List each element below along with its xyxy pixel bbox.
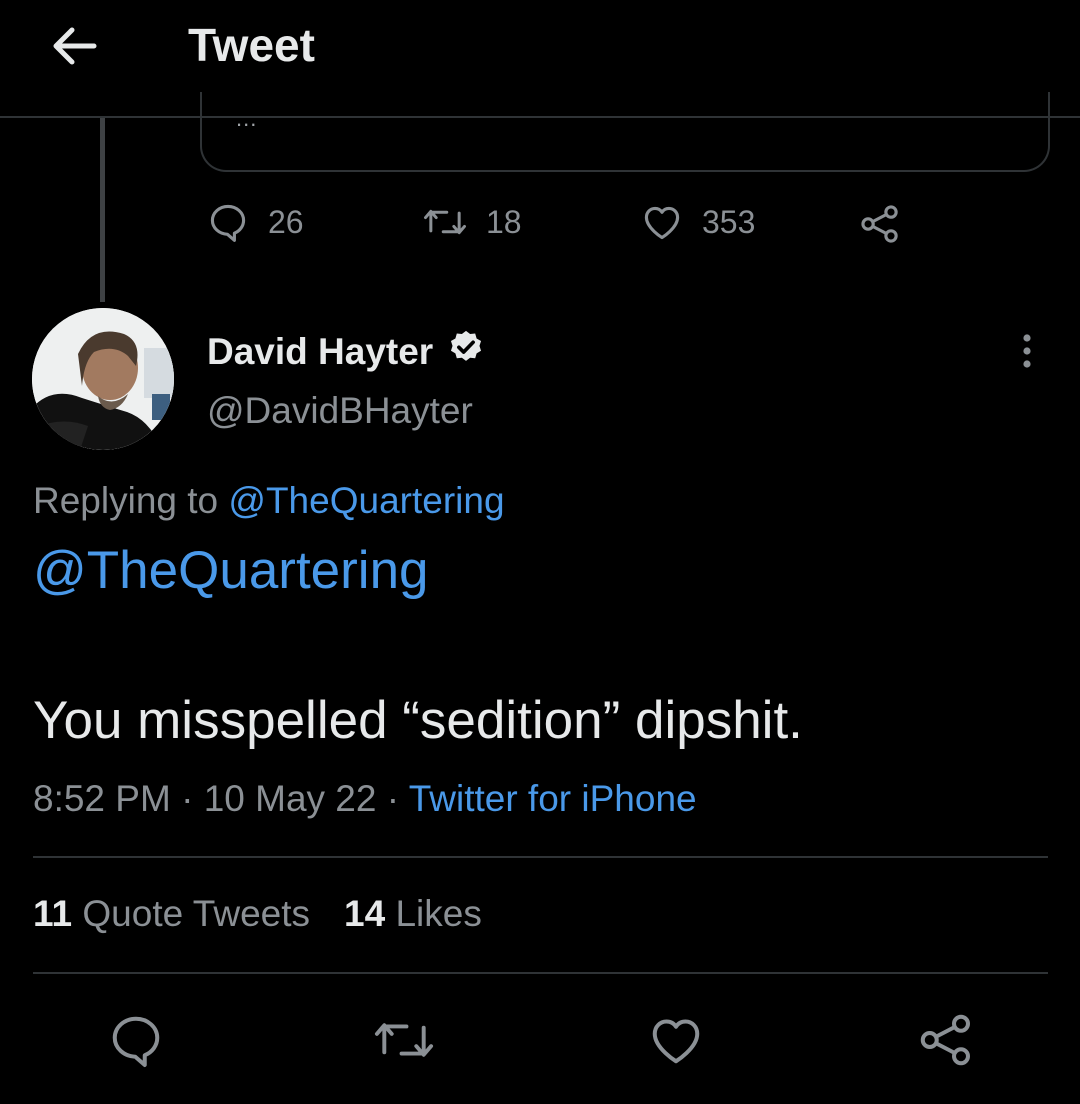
quoted-tweet-ellipsis: ...	[236, 106, 258, 131]
parent-retweet-button[interactable]: 18	[422, 200, 522, 244]
replying-to-link[interactable]: @TheQuartering	[228, 480, 504, 521]
reply-button[interactable]	[106, 1010, 166, 1070]
parent-retweet-count: 18	[486, 203, 522, 240]
like-button[interactable]	[646, 1010, 706, 1070]
back-arrow-icon[interactable]	[46, 22, 102, 70]
like-icon	[644, 206, 680, 240]
likes-label: Likes	[395, 893, 482, 934]
parent-like-button[interactable]: 353	[640, 200, 755, 244]
tweet-date: 10 May 22	[203, 778, 377, 819]
reply-icon	[210, 204, 246, 242]
retweet-icon	[424, 209, 466, 235]
replying-to-label: Replying to	[33, 480, 219, 521]
author-name-row[interactable]: David Hayter	[207, 328, 485, 375]
quote-tweets-stat[interactable]: 11 Quote Tweets	[33, 893, 310, 935]
quote-tweets-label: Quote Tweets	[82, 893, 311, 934]
verified-badge-icon	[447, 328, 485, 375]
tweet-stats: 11 Quote Tweets 14 Likes	[33, 893, 516, 935]
author-handle[interactable]: @DavidBHayter	[207, 390, 473, 432]
tweet-time: 8:52 PM	[33, 778, 171, 819]
meta-separator: ·	[170, 778, 204, 819]
reply-icon	[112, 1016, 160, 1067]
tweet-mention-link[interactable]: @TheQuartering	[33, 540, 429, 601]
quote-tweets-count: 11	[33, 893, 73, 934]
meta-separator: ·	[376, 778, 409, 819]
replying-to-line: Replying to @TheQuartering	[33, 480, 505, 522]
parent-share-button[interactable]	[858, 202, 902, 246]
tweet-source-link[interactable]: Twitter for iPhone	[409, 778, 697, 819]
more-options-icon[interactable]	[1010, 332, 1044, 372]
divider	[33, 972, 1048, 974]
parent-like-count: 353	[702, 203, 756, 240]
share-icon	[920, 1014, 970, 1066]
parent-reply-count: 26	[268, 203, 304, 240]
share-icon	[861, 205, 898, 243]
retweet-icon	[374, 1023, 434, 1057]
parent-reply-button[interactable]: 26	[206, 200, 304, 244]
quoted-tweet-card[interactable]: ...	[200, 92, 1050, 172]
likes-stat[interactable]: 14 Likes	[344, 893, 482, 935]
thread-connector-line	[100, 118, 105, 302]
tweet-text: You misspelled “sedition” dipshit.	[33, 691, 803, 750]
likes-count: 14	[344, 893, 386, 934]
divider	[33, 856, 1048, 858]
retweet-button[interactable]	[372, 1010, 434, 1070]
avatar[interactable]	[32, 308, 174, 450]
page-title: Tweet	[188, 19, 315, 71]
like-icon	[652, 1019, 700, 1064]
author-name: David Hayter	[207, 330, 434, 372]
tweet-metadata: 8:52 PM · 10 May 22 · Twitter for iPhone	[33, 778, 697, 820]
share-button[interactable]	[916, 1010, 976, 1070]
